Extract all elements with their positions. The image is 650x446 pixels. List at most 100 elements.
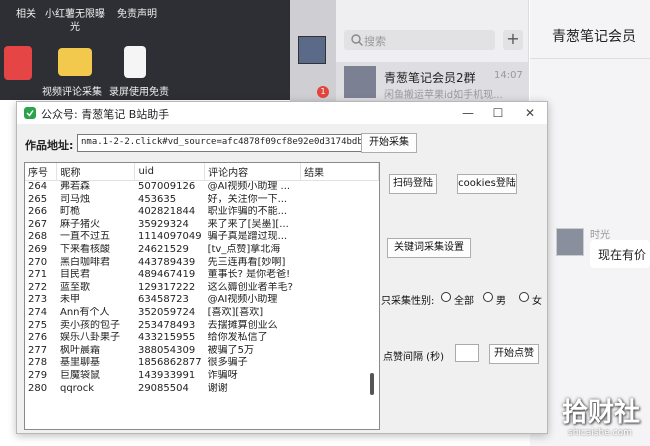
red-app-icon[interactable] <box>4 46 32 80</box>
keyword-settings-button[interactable]: 关键词采集设置 <box>387 238 471 258</box>
row-result <box>301 294 379 307</box>
comment-table[interactable]: 序号 昵称 uid 评论内容 结果 264 弗若森 507009126 @AI视频小助… <box>24 162 380 430</box>
maximize-button[interactable]: ☐ <box>483 104 513 122</box>
app-icon <box>24 107 36 119</box>
row-index: 269 <box>28 243 48 255</box>
document-icon[interactable] <box>124 46 146 78</box>
header-index[interactable]: 序号 <box>25 163 58 181</box>
row-nickname: 麻子猪火 <box>59 218 100 230</box>
row-comment: 骗子真是蹭过现... <box>207 231 288 243</box>
row-index: 275 <box>28 319 48 331</box>
scan-login-button[interactable]: 扫码登陆 <box>389 174 437 194</box>
desktop-label-xiaohongshu[interactable]: 小红薯无限曝光 <box>44 8 106 34</box>
row-comment: 这么薅创业者羊毛? <box>207 281 293 293</box>
table-row[interactable]: 273 未甲 63458723 @AI视频小助理 <box>25 294 379 307</box>
row-uid: 388054309 <box>137 344 196 356</box>
table-row[interactable]: 270 黑白咖啡君 443789439 先三连再看[妙啊] <box>25 257 379 270</box>
add-chat-button[interactable]: + <box>503 30 523 50</box>
table-row[interactable]: 265 司马烛 453635 好，关注你一下... <box>25 194 379 207</box>
table-row[interactable]: 271 目民君 489467419 董事长? 是你老爸! <box>25 269 379 282</box>
table-row[interactable]: 274 Ann有个人 352059724 [喜欢][喜欢] <box>25 307 379 320</box>
row-uid: 1114097049 <box>137 231 202 243</box>
row-index: 279 <box>28 369 48 381</box>
row-uid: 35929324 <box>137 218 189 230</box>
table-row[interactable]: 280 qqrock 29085504 谢谢 <box>25 383 379 396</box>
folder-icon[interactable] <box>58 48 92 76</box>
sender-avatar[interactable] <box>556 228 584 256</box>
row-result <box>301 269 379 282</box>
table-row[interactable]: 276 娱乐八卦果子 433215955 给你发私信了 <box>25 332 379 345</box>
start-collect-button[interactable]: 开始采集 <box>361 133 417 153</box>
gender-female-radio[interactable] <box>519 292 529 302</box>
window-title: 公众号: 青葱笔记 B站助手 <box>41 108 170 121</box>
row-result <box>301 332 379 345</box>
table-row[interactable]: 272 蓝至歌 129317222 这么薅创业者羊毛? <box>25 282 379 295</box>
table-row[interactable]: 267 麻子猪火 35929324 来了来了[吴墨][... <box>25 219 379 232</box>
table-body: 264 弗若森 507009126 @AI视频小助理 ... 265 司马烛 453635 好… <box>25 181 379 396</box>
like-interval-input[interactable] <box>455 344 479 362</box>
row-index: 273 <box>28 294 48 306</box>
row-comment: 很多骗子 <box>207 357 248 369</box>
row-nickname: 卖小孩的包子 <box>59 319 120 331</box>
desktop-label-recording[interactable]: 录屏使用免责 <box>104 86 174 99</box>
row-comment: 先三连再看[妙啊] <box>207 256 286 268</box>
gender-all-label: 全部 <box>454 296 474 307</box>
message-sender: 时光 <box>590 230 610 241</box>
table-scrollbar[interactable] <box>370 373 374 395</box>
row-index: 271 <box>28 269 48 281</box>
header-result[interactable]: 结果 <box>300 163 379 181</box>
close-button[interactable]: ✕ <box>515 104 545 122</box>
row-result <box>301 231 379 244</box>
row-uid: 507009126 <box>137 181 196 192</box>
desktop-label-related[interactable]: 相关 <box>10 8 42 21</box>
row-index: 274 <box>28 306 48 318</box>
table-row[interactable]: 277 枫叶晨霜 388054309 被骗了5万 <box>25 345 379 358</box>
watermark-url: shicaishe.com <box>568 428 632 438</box>
url-input[interactable]: nma.1-2-2.click#vd_source=afc4878f09cf8e… <box>77 134 369 152</box>
row-nickname: 枫叶晨霜 <box>59 344 100 356</box>
start-like-button[interactable]: 开始点赞 <box>489 344 539 364</box>
row-nickname: 未甲 <box>59 294 80 306</box>
chat-group-name: 青葱笔记会员2群 <box>384 71 476 85</box>
cookies-login-button[interactable]: cookies登陆 <box>457 174 517 194</box>
header-uid[interactable]: uid <box>134 163 206 181</box>
table-row[interactable]: 279 巨魔袋鼠 143933991 诈骗呀 <box>25 370 379 383</box>
row-index: 278 <box>28 357 48 369</box>
minimize-button[interactable]: — <box>453 104 483 122</box>
table-row[interactable]: 269 下来看核酸 24621529 [tv_点赞]拿北海 <box>25 244 379 257</box>
table-row[interactable]: 266 町桅 402821844 职业诈骗的不能... <box>25 206 379 219</box>
search-icon <box>351 34 363 46</box>
table-row[interactable]: 278 基里聊基 1856862877 很多骗子 <box>25 357 379 370</box>
row-result <box>301 357 379 370</box>
row-uid: 443789439 <box>137 256 196 268</box>
row-nickname: 目民君 <box>59 269 90 281</box>
row-result <box>301 320 379 333</box>
row-index: 266 <box>28 206 48 218</box>
header-comment[interactable]: 评论内容 <box>204 163 302 181</box>
row-comment: 去摆摊算创业么 <box>207 319 278 331</box>
row-uid: 253478493 <box>137 319 196 331</box>
desktop-label-disclaimer[interactable]: 免责声明 <box>112 8 162 21</box>
row-uid: 433215955 <box>137 332 196 344</box>
group-avatar <box>344 66 376 98</box>
header-nickname[interactable]: 昵称 <box>56 163 136 181</box>
user-avatar[interactable] <box>298 36 326 64</box>
desktop-label-video-comments[interactable]: 视频评论采集 <box>30 86 114 99</box>
row-comment: @AI视频小助理 ... <box>207 181 291 192</box>
row-uid: 29085504 <box>137 382 189 394</box>
row-nickname: 黑白咖啡君 <box>59 256 110 268</box>
row-comment: [喜欢][喜欢] <box>207 306 264 318</box>
row-uid: 352059724 <box>137 306 196 318</box>
row-result <box>301 206 379 219</box>
gender-male-radio[interactable] <box>483 292 493 302</box>
row-nickname: Ann有个人 <box>59 306 110 318</box>
row-comment: 董事长? 是你老爸! <box>207 269 291 281</box>
row-index: 265 <box>28 193 48 205</box>
table-row[interactable]: 264 弗若森 507009126 @AI视频小助理 ... <box>25 181 379 194</box>
table-header-row: 序号 昵称 uid 评论内容 结果 <box>25 163 379 181</box>
table-row[interactable]: 275 卖小孩的包子 253478493 去摆摊算创业么 <box>25 320 379 333</box>
table-row[interactable]: 268 一直不过五 1114097049 骗子真是蹭过现... <box>25 231 379 244</box>
window-titlebar[interactable]: 公众号: 青葱笔记 B站助手 — ☐ ✕ <box>17 102 547 124</box>
gender-female-label: 女 <box>532 296 542 307</box>
gender-all-radio[interactable] <box>441 292 451 302</box>
